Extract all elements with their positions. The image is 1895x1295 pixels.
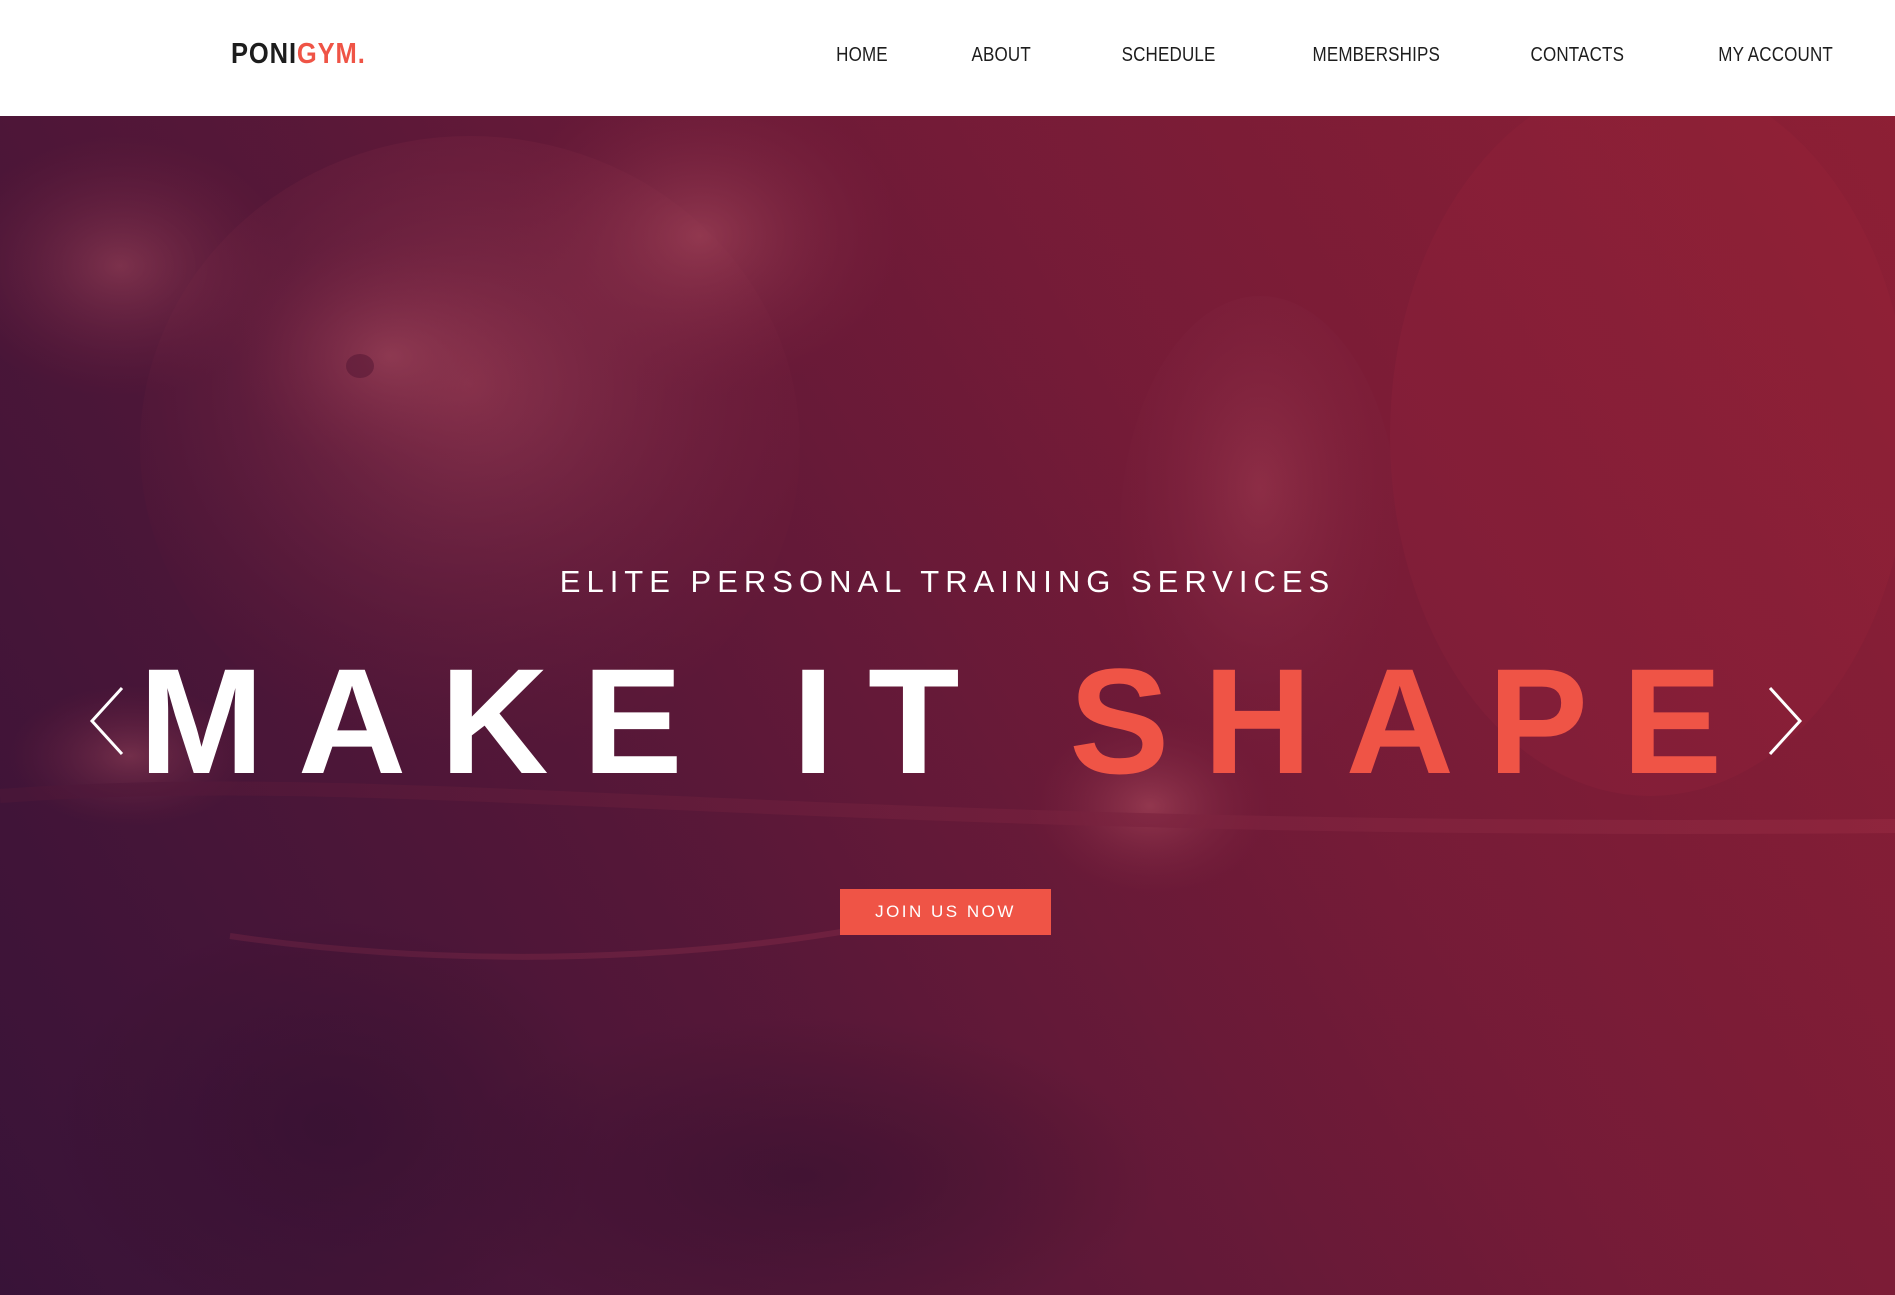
logo-text-accent: GYM. xyxy=(296,38,366,70)
hero-headline: MAKE IT SHAPE xyxy=(0,646,1895,796)
hero-slider: ELITE PERSONAL TRAINING SERVICES MAKE IT… xyxy=(0,116,1895,1295)
nav-link-my-account[interactable]: MY ACCOUNT xyxy=(1718,44,1833,67)
nav-link-about[interactable]: ABOUT xyxy=(972,44,1031,67)
hero-headline-white: MAKE IT xyxy=(138,637,994,805)
slider-next-button[interactable] xyxy=(1754,676,1814,766)
join-us-now-button[interactable]: JOIN US NOW xyxy=(840,889,1051,935)
hero-content: ELITE PERSONAL TRAINING SERVICES MAKE IT… xyxy=(0,116,1895,1295)
hero-subtitle: ELITE PERSONAL TRAINING SERVICES xyxy=(559,564,1336,599)
chevron-left-icon xyxy=(89,686,124,756)
chevron-right-icon xyxy=(1768,686,1803,756)
site-logo[interactable]: PONIGYM. xyxy=(231,38,366,71)
logo-text-primary: PONI xyxy=(231,38,297,70)
nav-link-contacts[interactable]: CONTACTS xyxy=(1530,44,1624,67)
slider-prev-button[interactable] xyxy=(78,676,138,766)
hero-headline-accent: SHAPE xyxy=(1069,637,1757,805)
nav-link-home[interactable]: HOME xyxy=(836,44,888,67)
nav-link-memberships[interactable]: MEMBERSHIPS xyxy=(1312,44,1440,67)
page: PONIGYM. HOME ABOUT SCHEDULE MEMBERSHIPS… xyxy=(0,0,1895,1295)
main-nav: HOME ABOUT SCHEDULE MEMBERSHIPS CONTACTS… xyxy=(753,44,1833,67)
nav-link-schedule[interactable]: SCHEDULE xyxy=(1122,44,1216,67)
site-header: PONIGYM. HOME ABOUT SCHEDULE MEMBERSHIPS… xyxy=(0,0,1895,116)
